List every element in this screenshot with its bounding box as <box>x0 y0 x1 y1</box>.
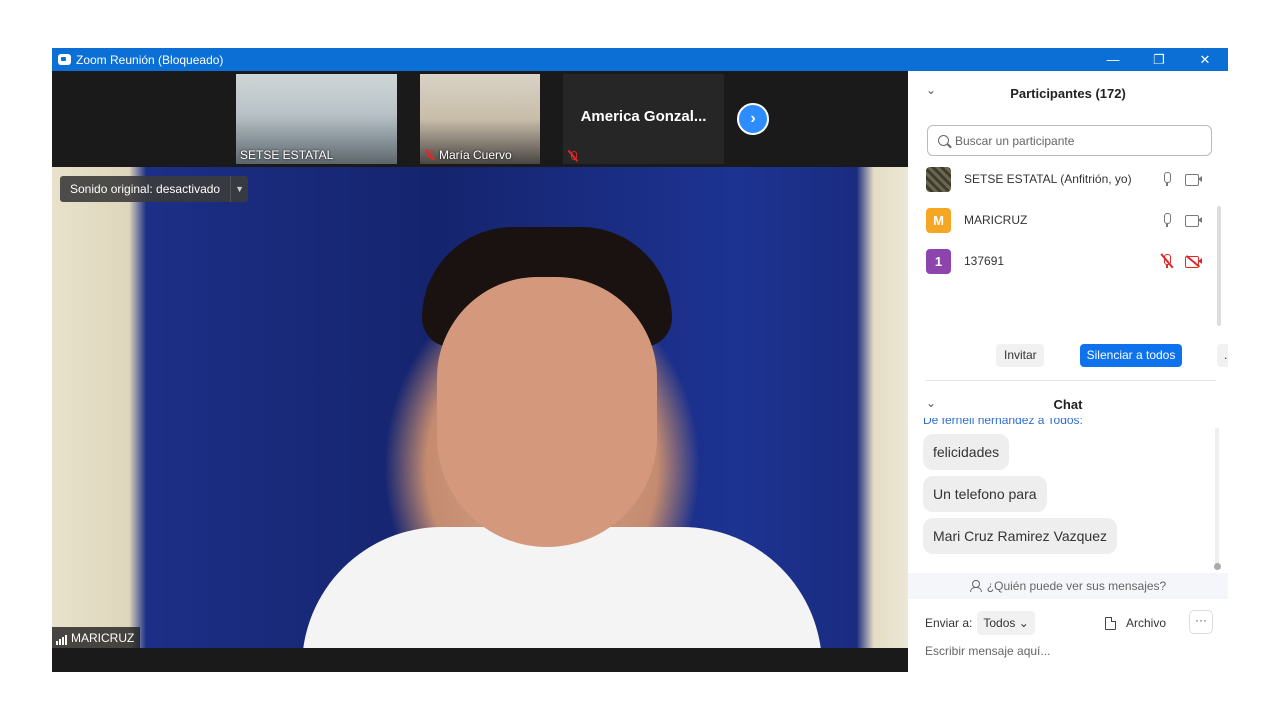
participants-header: ⌄ Participantes (172) <box>908 71 1228 111</box>
chevron-right-icon: › <box>750 110 756 127</box>
video-thumbnail[interactable]: America Gonzal... <box>563 74 724 164</box>
original-sound-toggle[interactable]: Sonido original: desactivado ▼ <box>60 176 249 202</box>
chat-message: felicidades <box>923 434 1010 470</box>
microphone-icon <box>1161 213 1173 227</box>
who-can-see-text[interactable]: ¿Quién puede ver sus mensajes? <box>987 579 1166 593</box>
title-bar: Zoom Reunión (Bloqueado) — ❐ ✕ <box>52 48 1228 71</box>
chat-sender-line: De fernell hernández a Todos: <box>923 418 1083 427</box>
participants-scrollbar[interactable] <box>1217 206 1221 326</box>
chat-visibility-info[interactable]: ¿Quién puede ver sus mensajes? <box>908 573 1228 599</box>
video-area: SETSE ESTATAL María Cuervo America Gonza… <box>52 71 908 672</box>
chat-message-input[interactable] <box>925 641 1215 661</box>
active-speaker-video: Sonido original: desactivado ▼ MARICRUZ <box>52 167 908 648</box>
participant-name: 137691 <box>964 254 1005 268</box>
search-icon <box>938 135 949 146</box>
participant-name: MARICRUZ <box>964 213 1028 227</box>
zoom-window: Zoom Reunión (Bloqueado) — ❐ ✕ SETSE EST… <box>52 48 1228 672</box>
person-icon <box>969 580 982 592</box>
video-camera-icon <box>1185 214 1202 227</box>
microphone-muted-icon <box>1160 253 1174 269</box>
next-page-button[interactable]: › <box>737 103 769 135</box>
file-button[interactable]: Archivo <box>1105 610 1166 636</box>
close-button[interactable]: ✕ <box>1182 48 1228 71</box>
mic-muted-icon <box>567 150 579 162</box>
video-camera-icon <box>1185 173 1202 186</box>
thumbnail-name-wrapper: María Cuervo <box>424 148 512 162</box>
chat-message: Mari Cruz Ramirez Vazquez <box>923 518 1118 554</box>
video-camera-off-icon <box>1185 254 1202 268</box>
avatar: 1 <box>926 248 951 274</box>
side-panel: ⌄ Participantes (172) SETSE ESTATAL (Anf… <box>908 71 1228 672</box>
participants-title: Participantes (172) <box>1010 86 1126 101</box>
avatar-letter: 1 <box>934 253 943 269</box>
zoom-logo-icon <box>58 54 71 65</box>
send-to-dropdown[interactable]: Todos ⌄ <box>977 611 1035 635</box>
search-input[interactable] <box>955 133 1195 148</box>
chat-header: ⌄ Chat <box>908 382 1228 422</box>
chat-scrollbar[interactable] <box>1215 428 1219 568</box>
thumbnail-name: SETSE ESTATAL <box>240 148 334 162</box>
invite-button[interactable]: Invitar <box>996 344 1044 367</box>
chevron-down-icon[interactable]: ▼ <box>230 176 249 202</box>
chat-more-button[interactable]: ··· <box>1189 610 1213 634</box>
send-to-label: Enviar a: <box>925 616 973 630</box>
file-icon <box>1105 616 1116 630</box>
original-sound-label[interactable]: Sonido original: desactivado <box>60 176 231 202</box>
send-to-value: Todos <box>983 616 1016 630</box>
speaker-face <box>437 277 657 547</box>
send-to-row: Enviar a: Todos ⌄ Archivo ··· <box>925 610 1215 636</box>
speaker-name: MARICRUZ <box>71 631 135 645</box>
chat-title: Chat <box>1053 397 1083 412</box>
thumbnail-name: America Gonzal... <box>580 108 707 125</box>
avatar <box>926 166 951 192</box>
signal-strength-icon <box>56 635 67 645</box>
participants-more-button[interactable]: ... <box>1217 344 1228 367</box>
chat-messages: De fernell hernández a Todos: felicidade… <box>908 418 1228 573</box>
minimize-button[interactable]: — <box>1090 48 1136 71</box>
speaker-name-tag: MARICRUZ <box>52 627 141 648</box>
video-thumbnail[interactable]: SETSE ESTATAL <box>236 74 397 164</box>
microphone-icon <box>1161 172 1173 186</box>
bottom-bar <box>52 648 908 672</box>
participant-search[interactable] <box>927 125 1212 156</box>
thumbnail-strip: SETSE ESTATAL María Cuervo America Gonza… <box>52 71 908 167</box>
thumbnail-name: María Cuervo <box>439 148 512 162</box>
window-controls: — ❐ ✕ <box>1090 48 1228 71</box>
divider <box>926 380 1216 381</box>
thumbnail-status <box>567 150 579 162</box>
participant-row[interactable]: SETSE ESTATAL (Anfitrión, yo) <box>926 165 1208 193</box>
chevron-down-icon: ⌄ <box>1018 616 1029 630</box>
avatar: M <box>926 207 951 233</box>
chat-scrollbar-thumb[interactable] <box>1214 563 1221 570</box>
participant-name: SETSE ESTATAL (Anfitrión, yo) <box>964 172 1132 186</box>
participant-row[interactable]: M MARICRUZ <box>926 206 1208 234</box>
window-title: Zoom Reunión (Bloqueado) <box>76 52 224 67</box>
mic-muted-icon <box>424 149 436 161</box>
chat-message: Un telefono para <box>923 476 1047 512</box>
mute-all-button[interactable]: Silenciar a todos <box>1080 344 1182 367</box>
participant-row[interactable]: 1 137691 <box>926 247 1208 275</box>
restore-button[interactable]: ❐ <box>1136 48 1182 71</box>
avatar-letter: M <box>933 212 944 228</box>
file-label: Archivo <box>1126 616 1167 630</box>
video-thumbnail[interactable]: María Cuervo <box>420 74 540 164</box>
